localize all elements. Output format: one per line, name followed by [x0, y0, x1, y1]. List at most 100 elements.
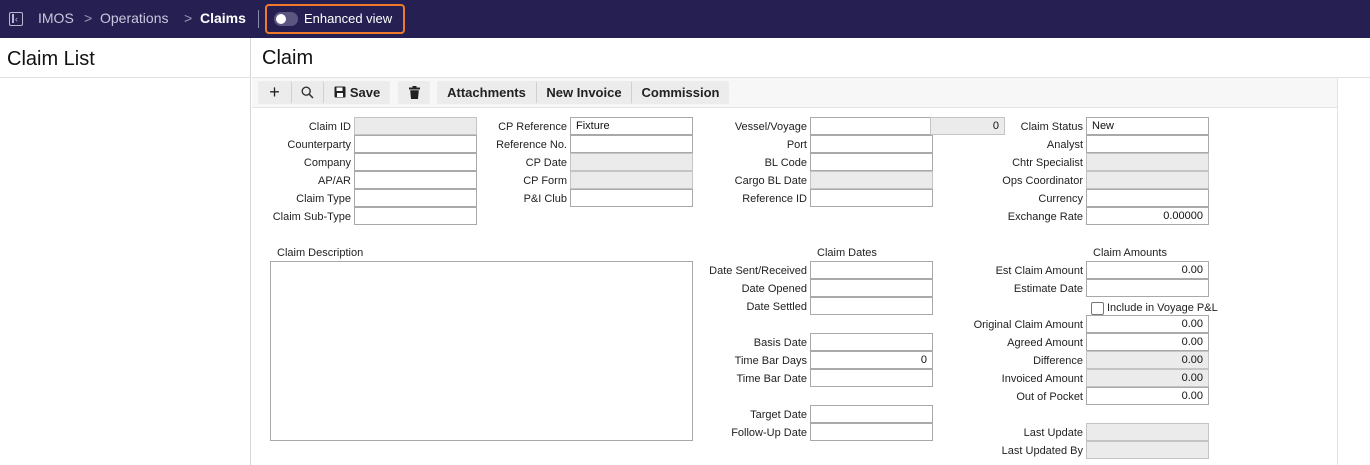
include-voyage-pl-label[interactable]: Include in Voyage P&L: [1107, 302, 1218, 314]
new-invoice-button[interactable]: New Invoice: [537, 81, 632, 104]
pi-club-label: P&I Club: [523, 193, 567, 205]
currency-label: Currency: [1038, 193, 1083, 205]
breadcrumb-separator: >: [84, 10, 93, 26]
chtr-specialist-field: [1086, 153, 1209, 171]
claim-sub-type-field[interactable]: [354, 207, 477, 225]
divider: [0, 77, 251, 78]
time-bar-days-label: Time Bar Days: [734, 355, 807, 367]
original-claim-amount-label: Original Claim Amount: [973, 319, 1083, 331]
reference-no-label: Reference No.: [496, 139, 567, 151]
date-sent-received-label: Date Sent/Received: [709, 265, 807, 277]
date-opened-field[interactable]: [810, 279, 933, 297]
delete-button[interactable]: [398, 81, 430, 104]
search-button[interactable]: [292, 81, 324, 104]
analyst-label: Analyst: [1046, 139, 1083, 151]
search-icon: [301, 86, 314, 99]
date-settled-field[interactable]: [810, 297, 933, 315]
original-claim-amount-field[interactable]: 0.00: [1086, 315, 1209, 333]
commission-button[interactable]: Commission: [632, 81, 729, 104]
trash-icon: [408, 86, 420, 99]
ops-coordinator-label: Ops Coordinator: [1002, 175, 1083, 187]
save-label: Save: [349, 85, 381, 100]
cp-reference-field[interactable]: Fixture: [570, 117, 693, 135]
cp-form-label: CP Form: [523, 175, 567, 187]
sidebar-toggle-icon[interactable]: ‹: [9, 12, 23, 26]
company-field[interactable]: [354, 153, 477, 171]
cargo-bl-date-field: [810, 171, 933, 189]
cp-date-label: CP Date: [525, 157, 567, 169]
time-bar-days-field[interactable]: 0: [810, 351, 933, 369]
claim-id-label: Claim ID: [308, 121, 351, 133]
target-date-field[interactable]: [810, 405, 933, 423]
save-button[interactable]: Save: [324, 81, 390, 104]
enhanced-view-label[interactable]: Enhanced view: [304, 11, 392, 26]
claim-description-textarea[interactable]: [270, 261, 693, 441]
company-label: Company: [303, 157, 351, 169]
add-button[interactable]: +: [258, 81, 292, 104]
difference-field: 0.00: [1086, 351, 1209, 369]
time-bar-date-label: Time Bar Date: [736, 373, 807, 385]
vessel-voyage-label: Vessel/Voyage: [734, 121, 807, 133]
agreed-amount-field[interactable]: 0.00: [1086, 333, 1209, 351]
basis-date-field[interactable]: [810, 333, 933, 351]
time-bar-date-field[interactable]: [810, 369, 933, 387]
claim-list-panel: Claim List: [0, 38, 251, 465]
last-updated-by-label: Last Updated By: [1001, 445, 1083, 457]
claim-type-label: Claim Type: [296, 193, 351, 205]
claim-status-label: Claim Status: [1020, 121, 1083, 133]
reference-id-field[interactable]: [810, 189, 933, 207]
out-of-pocket-field[interactable]: 0.00: [1086, 387, 1209, 405]
claim-dates-title: Claim Dates: [817, 247, 877, 259]
reference-no-field[interactable]: [570, 135, 693, 153]
include-voyage-pl-checkbox[interactable]: [1091, 302, 1104, 315]
claim-amounts-title: Claim Amounts: [1093, 247, 1167, 259]
save-icon: [334, 86, 346, 98]
last-updated-by-field: [1086, 441, 1209, 459]
analyst-field[interactable]: [1086, 135, 1209, 153]
toolbar: + Save Attachments New Invoice Commissio…: [252, 78, 1337, 108]
port-field[interactable]: [810, 135, 933, 153]
reference-id-label: Reference ID: [742, 193, 807, 205]
estimate-date-field[interactable]: [1086, 279, 1209, 297]
enhanced-view-toggle[interactable]: [274, 12, 298, 26]
basis-date-label: Basis Date: [753, 337, 807, 349]
plus-icon: +: [269, 82, 280, 102]
invoiced-amount-field: 0.00: [1086, 369, 1209, 387]
bl-code-field[interactable]: [810, 153, 933, 171]
last-update-label: Last Update: [1023, 427, 1083, 439]
date-settled-label: Date Settled: [746, 301, 807, 313]
follow-up-date-field[interactable]: [810, 423, 933, 441]
currency-field[interactable]: [1086, 189, 1209, 207]
claim-list-title: Claim List: [7, 48, 95, 70]
exchange-rate-field[interactable]: 0.00000: [1086, 207, 1209, 225]
pi-club-field[interactable]: [570, 189, 693, 207]
chtr-specialist-label: Chtr Specialist: [1012, 157, 1083, 169]
claim-status-field[interactable]: New: [1086, 117, 1209, 135]
exchange-rate-label: Exchange Rate: [1007, 211, 1083, 223]
estimate-date-label: Estimate Date: [1013, 283, 1083, 295]
ap-ar-label: AP/AR: [317, 175, 351, 187]
date-sent-received-field[interactable]: [810, 261, 933, 279]
cp-form-field: [570, 171, 693, 189]
page-title: Claim: [262, 47, 314, 69]
ops-coordinator-field: [1086, 171, 1209, 189]
breadcrumb-imos[interactable]: IMOS: [38, 10, 74, 26]
vessel-field[interactable]: [810, 117, 931, 135]
voyage-number-field: 0: [930, 117, 1005, 135]
est-claim-amount-field[interactable]: 0.00: [1086, 261, 1209, 279]
ap-ar-field[interactable]: [354, 171, 477, 189]
attachments-button[interactable]: Attachments: [437, 81, 537, 104]
port-label: Port: [786, 139, 807, 151]
claim-description-label: Claim Description: [277, 247, 364, 259]
follow-up-date-label: Follow-Up Date: [731, 427, 807, 439]
est-claim-amount-label: Est Claim Amount: [995, 265, 1083, 277]
breadcrumb-separator: >: [184, 10, 193, 26]
bl-code-label: BL Code: [764, 157, 807, 169]
claim-sub-type-label: Claim Sub-Type: [272, 211, 351, 223]
out-of-pocket-label: Out of Pocket: [1016, 391, 1083, 403]
breadcrumb-claims: Claims: [200, 10, 246, 26]
breadcrumb-operations[interactable]: Operations: [100, 10, 168, 26]
claim-type-field[interactable]: [354, 189, 477, 207]
counterparty-field[interactable]: [354, 135, 477, 153]
cargo-bl-date-label: Cargo BL Date: [734, 175, 807, 187]
